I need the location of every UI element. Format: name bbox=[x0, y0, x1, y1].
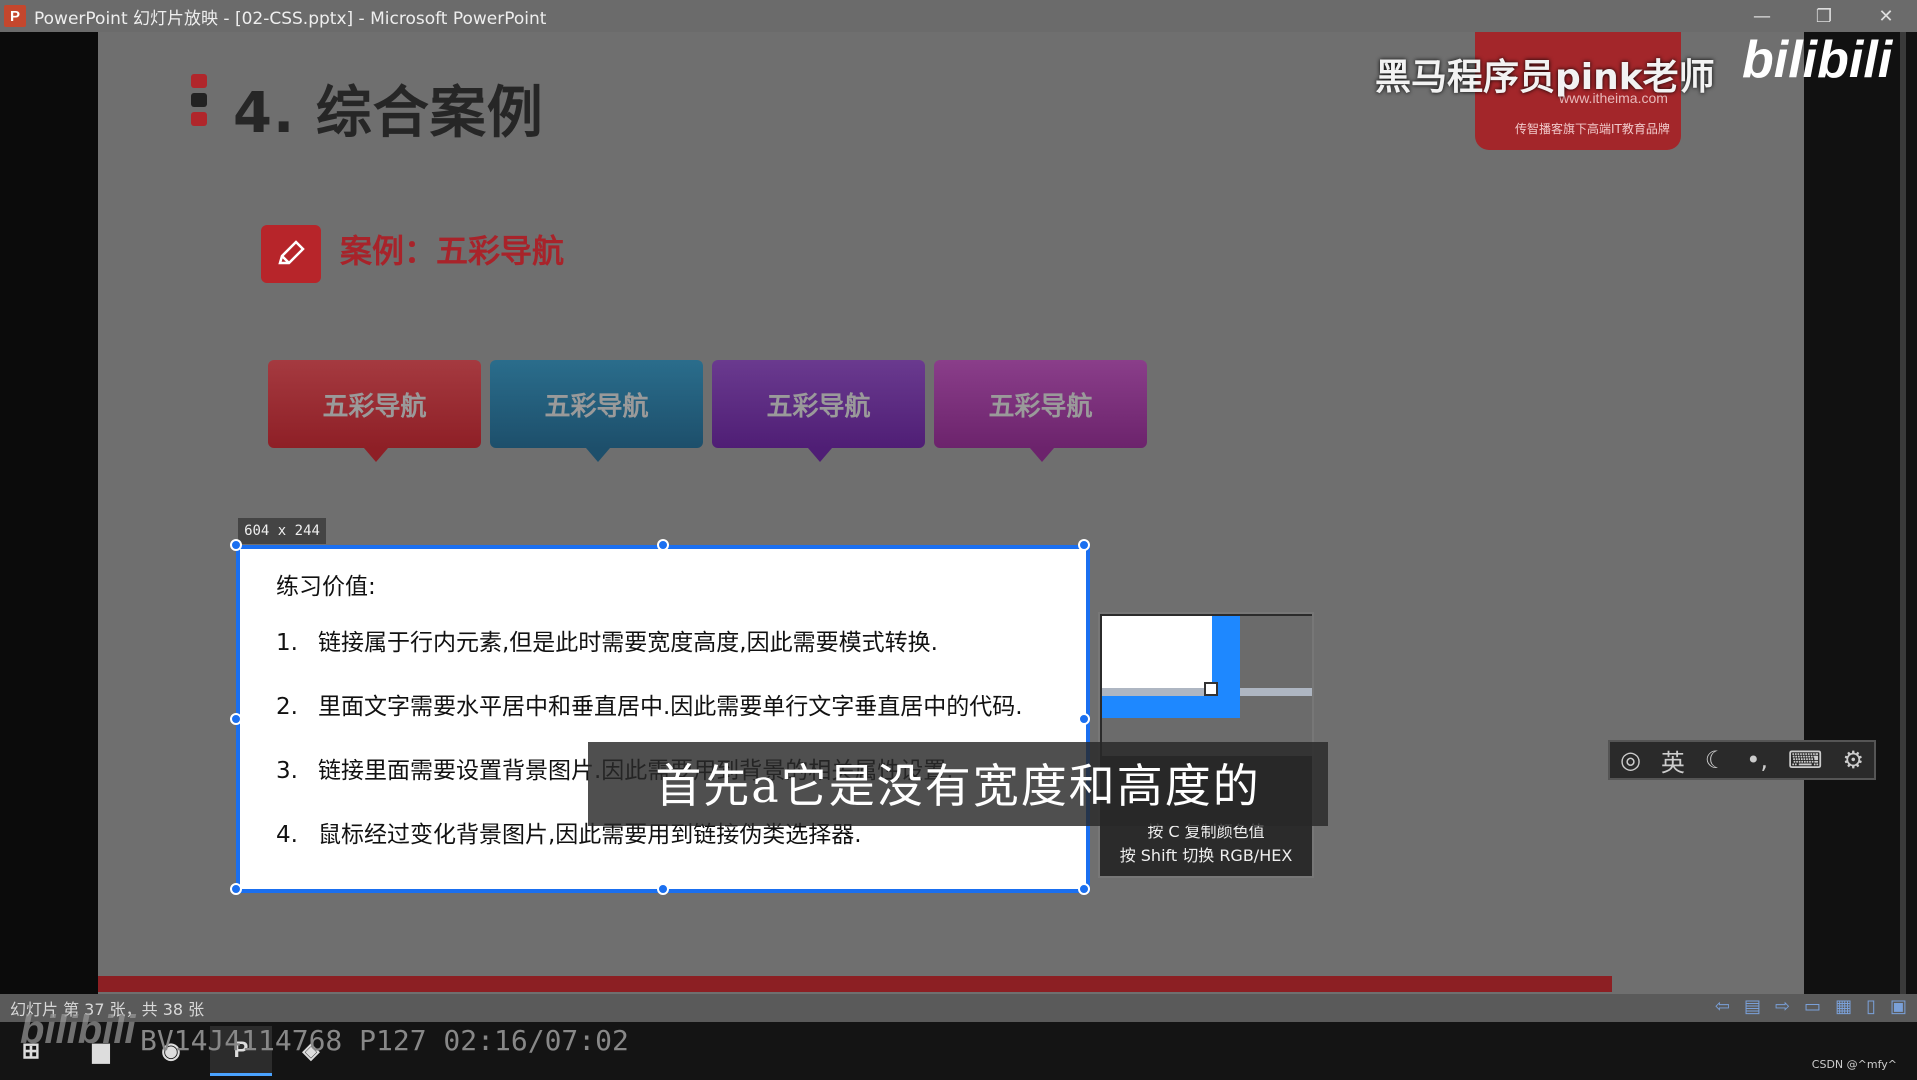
minimize-button[interactable]: — bbox=[1731, 0, 1793, 32]
nav-button-red: 五彩导航 bbox=[268, 360, 481, 462]
sorter-view-icon[interactable]: ▦ bbox=[1835, 996, 1852, 1017]
toggle-format-hint: 按 Shift 切换 RGB/HEX bbox=[1119, 846, 1293, 865]
nav-button-purple: 五彩导航 bbox=[712, 360, 925, 462]
picker-hints: 按 C 复制颜色值 按 Shift 切换 RGB/HEX bbox=[1100, 820, 1312, 868]
crosshair-icon bbox=[1204, 682, 1218, 696]
status-bar: 幻灯片 第 37 张，共 38 张 ⇦ ▤ ⇨ ▭ ▦ ▯ ▣ bbox=[0, 994, 1917, 1022]
gear-icon[interactable]: ⚙ bbox=[1842, 746, 1864, 774]
title-decoration bbox=[191, 74, 209, 131]
item-number: 3. bbox=[276, 758, 298, 784]
video-info-overlay: BV14J4114768 P127 02:16/07:02 bbox=[140, 1024, 629, 1057]
screenshot-selection-box[interactable]: 练习价值: 1. 链接属于行内元素,但是此时需要宽度高度,因此需要模式转换. 2.… bbox=[230, 539, 1090, 895]
logo-slogan: 传智播客旗下高端IT教育品牌 bbox=[1515, 122, 1670, 136]
normal-view-icon[interactable]: ▭ bbox=[1804, 996, 1821, 1017]
powerpoint-window: P PowerPoint 幻灯片放映 - [02-CSS.pptx] - Mic… bbox=[0, 0, 1917, 1080]
powerpoint-app-icon: P bbox=[4, 5, 26, 27]
uploader-watermark: 黑马程序员pink老师 bbox=[1375, 57, 1715, 98]
bilibili-watermark-small: bilibili bbox=[20, 1008, 136, 1052]
slide-footer-bar bbox=[98, 976, 1612, 992]
item-number: 4. bbox=[276, 822, 298, 848]
resize-handle[interactable] bbox=[1078, 539, 1090, 551]
resize-handle[interactable] bbox=[230, 713, 242, 725]
reading-view-icon[interactable]: ▯ bbox=[1866, 996, 1876, 1017]
practice-item: 1. 链接属于行内元素,但是此时需要宽度高度,因此需要模式转换. bbox=[276, 623, 938, 657]
ime-toolbar[interactable]: ◎ 英 ☾ •, ⌨ ⚙ bbox=[1608, 740, 1876, 780]
resize-handle[interactable] bbox=[657, 883, 669, 895]
restore-button[interactable]: ❐ bbox=[1793, 0, 1855, 32]
slideshow-controls: ⇦ ▤ ⇨ ▭ ▦ ▯ ▣ bbox=[1715, 996, 1907, 1017]
video-subtitle: 首先a它是没有宽度和高度的 bbox=[655, 759, 1261, 813]
magnifier-view bbox=[1102, 616, 1312, 756]
next-arrow-icon[interactable]: ⇨ bbox=[1775, 996, 1790, 1017]
resize-handle[interactable] bbox=[657, 539, 669, 551]
pencil-icon bbox=[261, 225, 321, 283]
ime-language-toggle[interactable]: 英 bbox=[1661, 743, 1685, 778]
moon-icon[interactable]: ☾ bbox=[1705, 746, 1727, 774]
case-title: 案例：五彩导航 bbox=[340, 232, 565, 270]
item-number: 1. bbox=[276, 630, 298, 656]
window-title: PowerPoint 幻灯片放映 - [02-CSS.pptx] - Micro… bbox=[34, 8, 547, 29]
ime-logo-icon[interactable]: ◎ bbox=[1620, 746, 1641, 774]
previous-arrow-icon[interactable]: ⇦ bbox=[1715, 996, 1730, 1017]
menu-icon[interactable]: ▤ bbox=[1744, 996, 1761, 1017]
nav-button-magenta: 五彩导航 bbox=[934, 360, 1147, 462]
practice-heading: 练习价值: bbox=[276, 574, 376, 600]
punctuation-icon[interactable]: •, bbox=[1746, 746, 1768, 774]
resize-handle[interactable] bbox=[1078, 713, 1090, 725]
resize-handle[interactable] bbox=[230, 539, 242, 551]
vertical-scrollbar[interactable] bbox=[1900, 32, 1906, 994]
nav-button-blue: 五彩导航 bbox=[490, 360, 703, 462]
item-number: 2. bbox=[276, 694, 298, 720]
slideshow-view-icon[interactable]: ▣ bbox=[1890, 996, 1907, 1017]
csdn-credit: CSDN @^mfy^ bbox=[1811, 1058, 1897, 1071]
selection-size-label: 604 x 244 bbox=[238, 518, 326, 544]
close-button[interactable]: ✕ bbox=[1855, 0, 1917, 32]
resize-handle[interactable] bbox=[230, 883, 242, 895]
resize-handle[interactable] bbox=[1078, 883, 1090, 895]
item-text: 里面文字需要水平居中和垂直居中.因此需要单行文字垂直居中的代码. bbox=[318, 694, 1023, 720]
bilibili-logo: bilibili bbox=[1742, 31, 1893, 89]
practice-item: 2. 里面文字需要水平居中和垂直居中.因此需要单行文字垂直居中的代码. bbox=[276, 687, 1023, 721]
window-controls: — ❐ ✕ bbox=[1731, 0, 1917, 32]
title-bar: P PowerPoint 幻灯片放映 - [02-CSS.pptx] - Mic… bbox=[0, 0, 1917, 32]
item-text: 链接属于行内元素,但是此时需要宽度高度,因此需要模式转换. bbox=[318, 630, 938, 656]
keyboard-icon[interactable]: ⌨ bbox=[1788, 746, 1823, 774]
slide-title: 4. 综合案例 bbox=[233, 81, 544, 146]
